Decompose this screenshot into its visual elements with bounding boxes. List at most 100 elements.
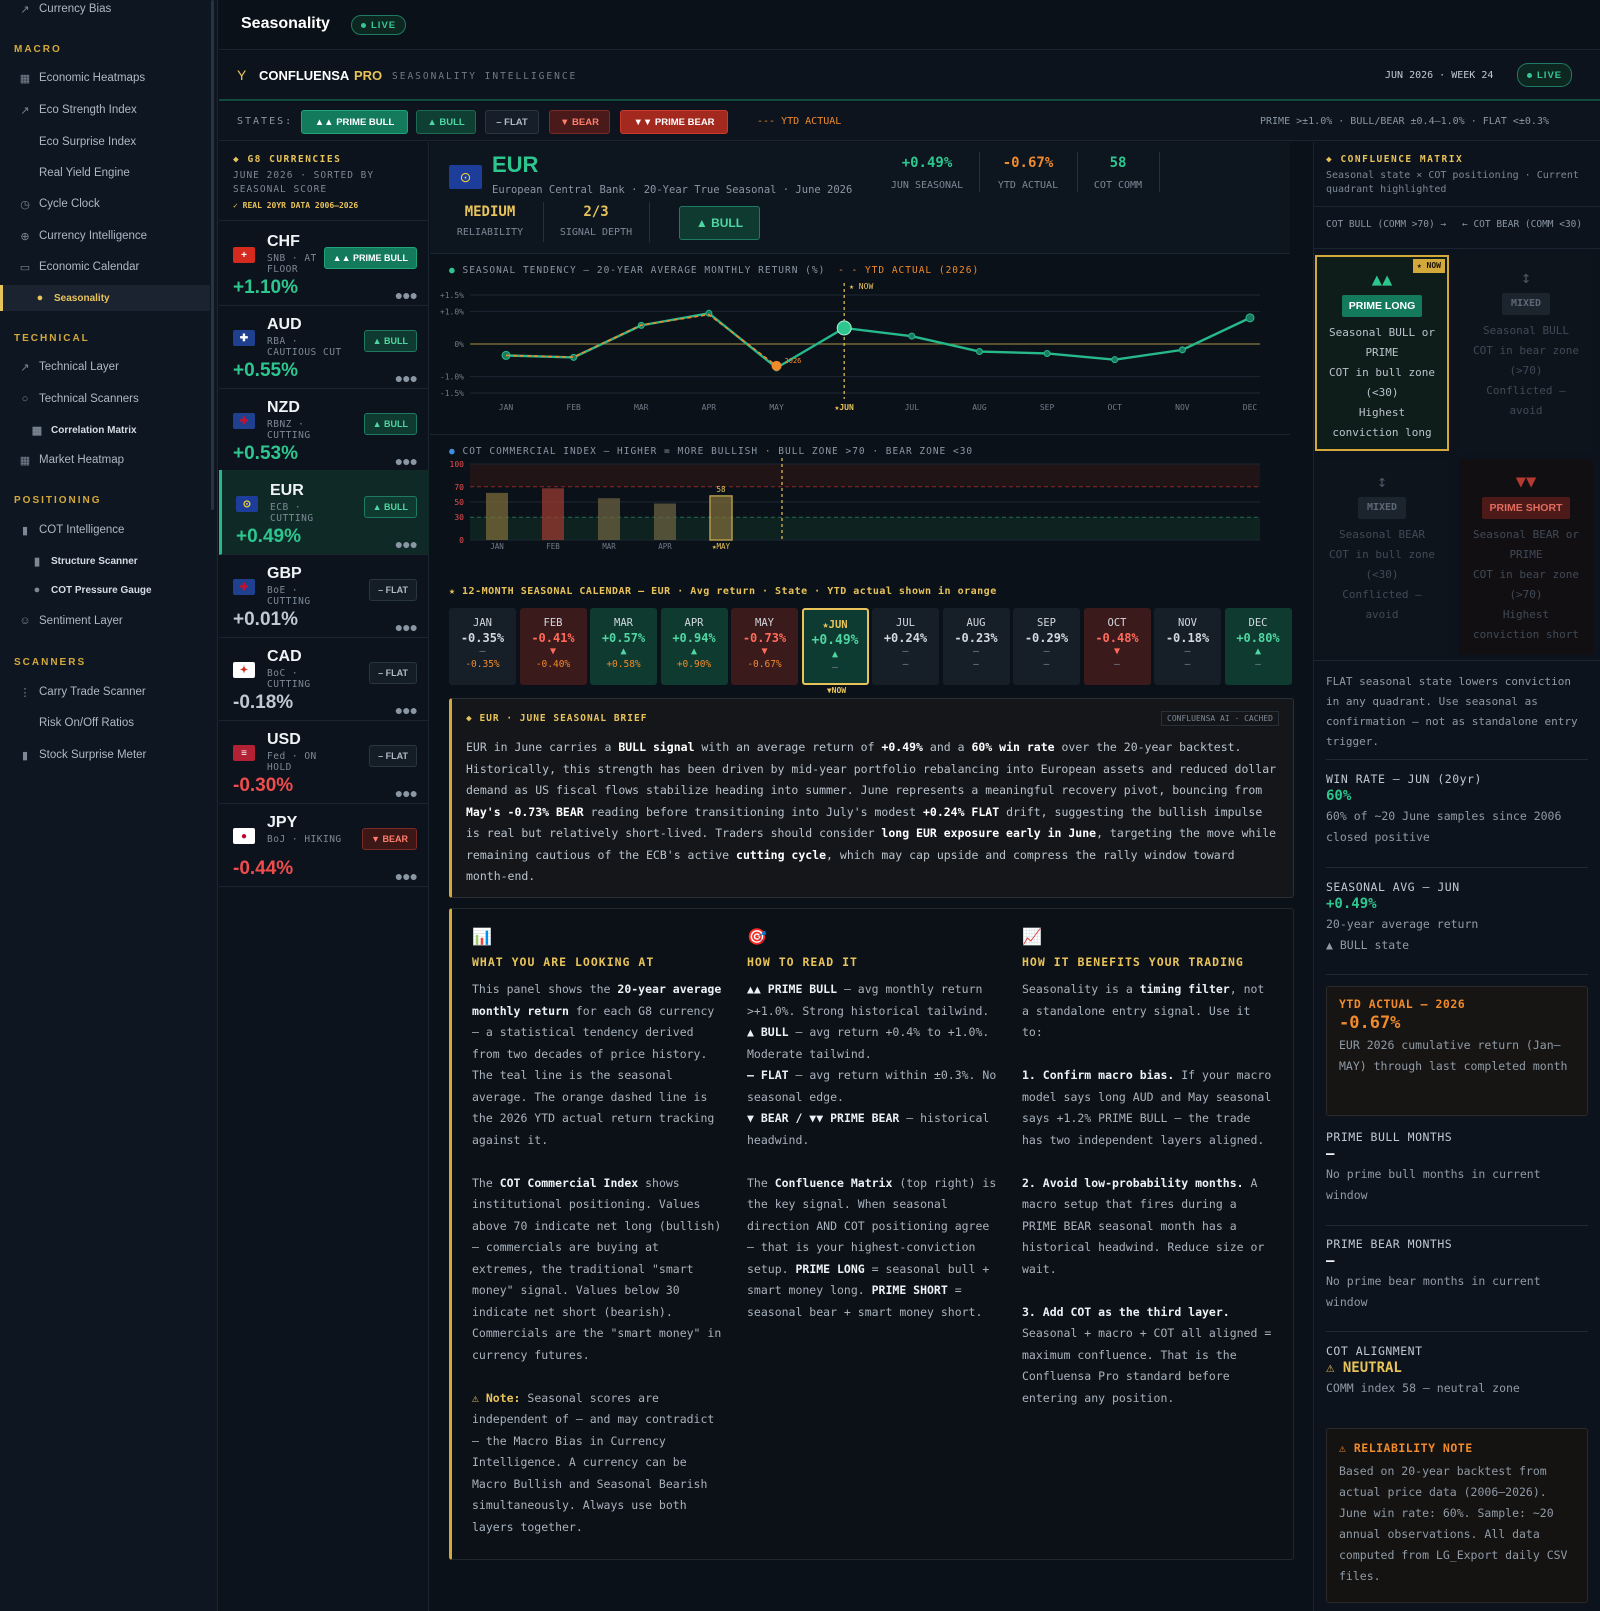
signal-dots: ●●● <box>394 453 418 469</box>
state-bull-chip[interactable]: ▲ BULL <box>416 110 476 134</box>
seasonal-point <box>975 348 983 356</box>
sidebar-item-technical-layer[interactable]: ↗ Technical Layer <box>0 354 210 380</box>
calendar-month-0[interactable]: JAN -0.35% – -0.35% <box>449 608 516 685</box>
currency-row-aud[interactable]: ✚ AUD RBA · CAUTIOUS CUT +0.55% ▲ BULL ●●● <box>219 304 429 389</box>
month-name: SEP <box>1037 617 1056 629</box>
cot-chart-title: ● COT COMMERCIAL INDEX — HIGHER = MORE B… <box>449 446 974 457</box>
sidebar-item-technical-scanners[interactable]: ○ Technical Scanners <box>0 386 210 412</box>
states-label: STATES: <box>237 116 294 127</box>
sidebar-item-cycle-clock[interactable]: ◷ Cycle Clock <box>0 191 210 217</box>
quadrant-mixed-top[interactable]: ↕ MIXED Seasonal BULL COT in bear zone (>7… <box>1459 255 1593 451</box>
currency-desc: RBA · CAUTIOUS CUT <box>267 336 342 358</box>
month-state-icon: – <box>972 646 980 657</box>
jpy-flag-icon: ● <box>233 828 255 844</box>
currency-state-badge: ▲ BULL <box>363 330 417 352</box>
quadrant-prime-long[interactable]: ★ NOW ▲▲ PRIME LONG Seasonal BULL or PRIM… <box>1315 255 1449 451</box>
currency-row-usd[interactable]: ≡ USD Fed · ON HOLD -0.30% – FLAT ●●● <box>219 719 429 804</box>
y-tick-label: 100 <box>450 460 465 469</box>
calendar-month-3[interactable]: APR +0.94% ▲ +0.90% <box>660 608 728 685</box>
sidebar-item-currency-bias[interactable]: ↗ Currency Bias <box>0 0 210 22</box>
sidebar-item-eco-surprise[interactable]: Eco Surprise Index <box>0 129 210 155</box>
month-name: OCT <box>1107 617 1127 629</box>
stat-cot-comm-value: 58 <box>1109 155 1127 171</box>
state-prime-bear-chip[interactable]: ▼▼ PRIME BEAR <box>620 110 728 134</box>
calendar-month-8[interactable]: SEP -0.29% – – <box>1013 608 1080 685</box>
sidebar-item-structure-scanner[interactable]: ▮ Structure Scanner <box>0 548 210 574</box>
calendar-now-marker: ▼NOW <box>826 686 847 695</box>
sidebar-item-economic-heatmaps[interactable]: ▦ Economic Heatmaps <box>0 65 210 91</box>
calendar-month-4[interactable]: MAY -0.73% ▼ -0.67% <box>731 608 798 685</box>
month-name: AUG <box>966 617 986 629</box>
sidebar-item-eco-strength[interactable]: ↗ Eco Strength Index <box>0 97 210 123</box>
sidebar-item-stock-surprise[interactable]: ▮ Stock Surprise Meter <box>0 742 210 768</box>
calendar-month-5[interactable]: ★JUN +0.49% ▲ – <box>801 608 869 685</box>
calendar-month-7[interactable]: AUG -0.23% – – <box>942 608 1010 685</box>
grid-icon: ▦ <box>31 424 43 437</box>
calendar-month-11[interactable]: DEC +0.80% ▲ – <box>1224 608 1292 685</box>
calendar-month-1[interactable]: FEB -0.41% ▼ -0.40% <box>519 608 587 685</box>
sidebar-item-seasonality[interactable]: ● Seasonality <box>0 285 210 311</box>
y-tick-label: 50 <box>454 498 464 507</box>
brand-name: CONFLUENSA <box>259 68 350 83</box>
cot-bar <box>709 495 733 541</box>
calendar-title: ★ 12-MONTH SEASONAL CALENDAR — EUR · Avg… <box>449 586 997 597</box>
month-name: ★JUN <box>822 619 848 631</box>
flat-note: FLAT seasonal state lowers conviction in… <box>1326 675 1578 748</box>
currency-row-jpy[interactable]: ● JPY BoJ · HIKING -0.44% ▼ BEAR ●●● <box>219 802 429 887</box>
calendar-month-2[interactable]: MAR +0.57% ▲ +0.58% <box>590 608 657 685</box>
month-ytd: – <box>973 659 979 670</box>
currency-desc: BoE · CUTTING <box>267 585 311 607</box>
brand-subtitle: SEASONALITY INTELLIGENCE <box>392 71 578 82</box>
quadrant-mixed-bottom[interactable]: ↕ MIXED Seasonal BEAR COT in bull zone (<3… <box>1315 459 1449 655</box>
sidebar-item-risk-ratios[interactable]: Risk On/Off Ratios <box>0 710 210 736</box>
sidebar-item-market-heatmap[interactable]: ▦ Market Heatmap <box>0 447 210 473</box>
series-dot-icon: ● <box>449 446 456 457</box>
currency-row-eur[interactable]: ⊙ EUR ECB · CUTTING +0.49% ▲ BULL ●●● <box>219 470 429 555</box>
month-value: +0.24% <box>883 631 928 645</box>
signal-dots: ●●● <box>394 868 418 884</box>
sidebar-item-cot-pressure[interactable]: ● COT Pressure Gauge <box>0 577 210 603</box>
guide-column-read: 🎯 HOW TO READ IT ▲▲ PRIME BULL — avg mon… <box>747 909 1002 1323</box>
state-flat-chip[interactable]: – FLAT <box>485 110 539 134</box>
bear-zone <box>470 517 1260 540</box>
month-state-icon: ▼ <box>761 646 768 657</box>
chart-emoji-icon: 📊 <box>472 927 492 946</box>
month-ytd: – <box>1255 659 1261 670</box>
cot-bar <box>598 498 620 540</box>
currency-row-chf[interactable]: + CHF SNB · AT FLOOR +1.10% ▲▲ PRIME BULL ●●● <box>219 221 429 306</box>
guide-title-benefits: HOW IT BENEFITS YOUR TRADING <box>1022 954 1244 969</box>
sidebar-item-carry-trade[interactable]: ⋮ Carry Trade Scanner <box>0 679 210 705</box>
sidebar-item-economic-calendar[interactable]: ▭ Economic Calendar <box>0 254 210 280</box>
chart-up-emoji-icon: 📈 <box>1022 927 1042 946</box>
currency-panel: ◆ G8 CURRENCIES JUNE 2026 · SORTED BY SE… <box>219 142 429 1611</box>
prime-bull-months-block: PRIME BULL MONTHS — No prime bull months i… <box>1326 1130 1541 1202</box>
stat-jun-seasonal-label: JUN SEASONAL <box>890 180 964 191</box>
guide-title-read: HOW TO READ IT <box>747 954 858 969</box>
x-tick-label: APR <box>702 403 717 412</box>
state-prime-bull-chip[interactable]: ▲▲ PRIME BULL <box>301 110 408 134</box>
eu-flag-icon: ⊙ <box>449 165 482 189</box>
sidebar-item-currency-intelligence[interactable]: ⊕ Currency Intelligence <box>0 223 210 249</box>
x-tick-label: SEP <box>1040 403 1055 412</box>
state-thresholds: PRIME >±1.0% · BULL/BEAR ±0.4–1.0% · FLA… <box>1260 116 1549 127</box>
month-ytd: – <box>902 659 909 670</box>
sidebar-scrollbar[interactable] <box>211 0 214 510</box>
state-bear-chip[interactable]: ▼ BEAR <box>549 110 610 134</box>
x-tick-label: JUL <box>905 403 920 412</box>
bars-icon: ▮ <box>21 749 29 762</box>
month-value: -0.73% <box>742 631 787 645</box>
calendar-month-6[interactable]: JUL +0.24% – – <box>872 608 939 685</box>
quadrant-prime-short[interactable]: ▼▼ PRIME SHORT Seasonal BEAR or PRIME COT … <box>1459 459 1593 655</box>
calendar-month-9[interactable]: OCT -0.48% ▼ – <box>1083 608 1151 685</box>
month-name: MAR <box>614 617 633 629</box>
calendar-month-10[interactable]: NOV -0.18% – – <box>1154 608 1221 685</box>
sidebar-item-cot-intelligence[interactable]: ▮ COT Intelligence <box>0 517 210 543</box>
currency-row-gbp[interactable]: ✚ GBP BoE · CUTTING +0.01% – FLAT ●●● <box>219 553 429 638</box>
currency-row-nzd[interactable]: ✚ NZD RBNZ · CUTTING +0.53% ▲ BULL ●●● <box>219 387 429 472</box>
sidebar-item-correlation-matrix[interactable]: ▦ Correlation Matrix <box>0 417 210 443</box>
sidebar-item-real-yield[interactable]: Real Yield Engine <box>0 160 210 186</box>
brief-title: ◆ EUR · JUNE SEASONAL BRIEF <box>466 713 648 724</box>
guide-column-benefits: 📈 HOW IT BENEFITS YOUR TRADING Seasonali… <box>1022 909 1277 1409</box>
sidebar-item-sentiment[interactable]: ☺ Sentiment Layer <box>0 608 210 634</box>
currency-row-cad[interactable]: ✦ CAD BoC · CUTTING -0.18% – FLAT ●●● <box>219 636 429 721</box>
